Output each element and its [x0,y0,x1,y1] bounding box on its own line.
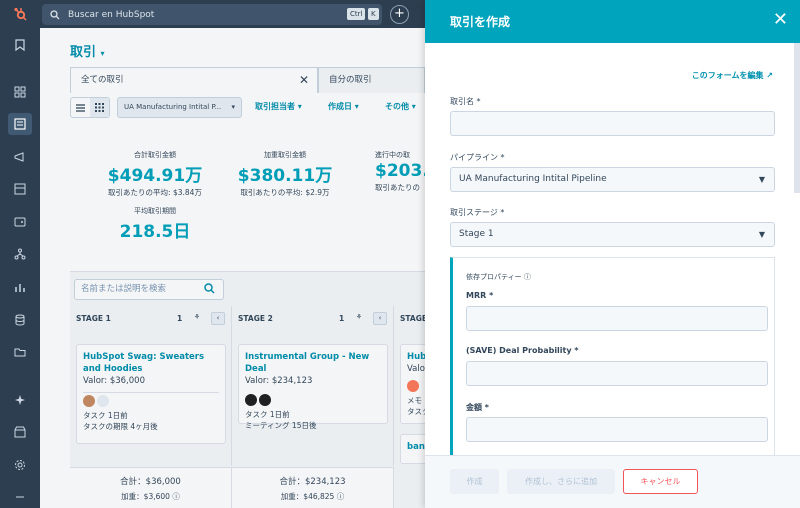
marketing-icon[interactable] [8,146,32,168]
content-icon[interactable] [8,178,32,200]
caret-down-icon: ▼ [758,230,765,239]
left-sidebar [0,0,40,508]
mrr-input[interactable] [466,306,768,331]
top-navigation: Buscar en HubSpot Ctrl K + [40,0,425,28]
shortcut-ctrl-key: Ctrl [347,8,366,20]
hubspot-logo-icon[interactable] [0,0,40,28]
cancel-button[interactable]: キャンセル [623,469,698,494]
pipeline-label: パイプライン * [450,153,505,162]
panel-header: 取引を作成 ✕ [425,0,800,43]
dependent-properties-title: 依存プロパティー ⓘ [466,273,531,281]
shortcut-k-key: K [368,8,379,20]
commerce-icon[interactable] [8,211,32,233]
collapse-sidebar-icon[interactable] [8,486,32,508]
info-icon: ⓘ [523,273,531,281]
panel-title: 取引を作成 [450,15,511,29]
deal-name-input[interactable] [450,111,775,136]
amount-input[interactable] [466,417,768,442]
close-icon[interactable]: ✕ [773,9,788,30]
deal-probability-label: (SAVE) Deal Probability * [466,346,579,355]
reports-icon[interactable] [8,276,32,298]
deal-stage-select[interactable]: Stage 1 ▼ [450,222,775,247]
settings-gear-icon[interactable] [8,454,32,476]
automation-icon[interactable] [8,243,32,265]
folder-icon[interactable] [8,341,32,363]
search-placeholder: Buscar en HubSpot [68,9,155,20]
global-search-bar[interactable]: Buscar en HubSpot Ctrl K [42,4,382,25]
edit-form-link[interactable]: このフォームを編集 ↗ [692,70,773,81]
create-button[interactable]: 作成 [450,469,499,494]
external-link-icon: ↗ [766,71,773,80]
create-plus-button[interactable]: + [390,5,409,24]
amount-label: 金額 * [466,403,489,412]
modal-backdrop [40,28,425,508]
caret-down-icon: ▼ [758,175,765,184]
marketplace-icon[interactable] [8,421,32,443]
deal-stage-label: 取引ステージ * [450,208,505,217]
panel-footer: 作成 作成し、さらに追加 キャンセル [425,455,800,508]
deal-probability-input[interactable] [466,361,768,386]
search-icon [50,9,60,19]
dependent-properties: 依存プロパティー ⓘ MRR * (SAVE) Deal Probability… [450,257,775,457]
contacts-icon[interactable] [8,81,32,103]
bookmark-icon[interactable] [8,34,32,56]
database-icon[interactable] [8,309,32,331]
panel-scrollbar[interactable] [794,43,800,193]
create-deal-panel: 取引を作成 ✕ このフォームを編集 ↗ 取引名 * パイプライン * UA Ma… [425,0,800,508]
create-and-add-another-button[interactable]: 作成し、さらに追加 [507,469,615,494]
deal-name-label: 取引名 * [450,97,481,106]
pipeline-select[interactable]: UA Manufacturing Intital Pipeline ▼ [450,167,775,192]
deals-icon[interactable] [8,113,32,135]
mrr-label: MRR * [466,291,494,300]
breeze-icon[interactable] [8,389,32,411]
